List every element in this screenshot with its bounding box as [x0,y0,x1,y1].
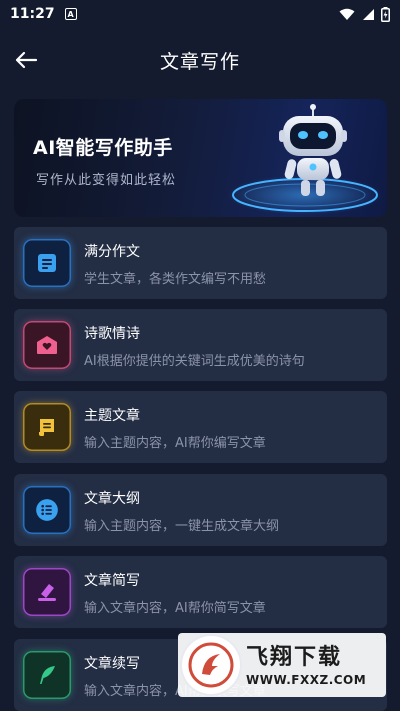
watermark-text: 飞翔下载 WWW.FXXZ.COM [246,643,366,687]
document-icon [23,239,71,287]
notification-icon: A [64,8,77,20]
card-title: 文章简写 [84,573,140,589]
banner-subtitle: 写作从此变得如此轻松 [36,173,177,188]
robot-illustration [227,104,383,215]
scroll-icon [23,403,71,451]
card-description: 输入文章内容，AI帮你简写文章 [84,601,266,616]
wifi-icon [339,8,355,20]
card-outline[interactable]: 文章大纲 输入主题内容，一键生成文章大纲 [14,474,387,546]
signal-icon [363,8,374,20]
card-description: 输入主题内容，一键生成文章大纲 [84,519,280,534]
card-title: 满分作文 [84,244,140,260]
card-title: 主题文章 [84,408,140,424]
arrow-left-icon [15,51,38,69]
back-button[interactable] [12,46,40,74]
card-title: 诗歌情诗 [84,326,140,342]
status-icons [339,6,390,22]
card-description: AI根据你提供的关键词生成优美的诗句 [84,354,305,369]
banner-title: AI智能写作助手 [33,137,173,159]
card-description: 学生文章，各类作文编写不用愁 [84,272,267,287]
card-full-score-essay[interactable]: 满分作文 学生文章，各类作文编写不用愁 [14,227,387,299]
card-title: 文章大纲 [84,491,140,507]
envelope-heart-icon [23,321,71,369]
battery-icon [381,6,390,22]
watermark-logo [182,636,240,694]
watermark-url: WWW.FXXZ.COM [246,673,367,687]
list-icon [23,486,71,534]
watermark-name: 飞翔下载 [246,645,343,670]
page-title: 文章写作 [159,50,240,73]
card-abridge[interactable]: 文章简写 输入文章内容，AI帮你简写文章 [14,556,387,628]
watermark: 飞翔下载 WWW.FXXZ.COM [178,633,386,697]
eraser-icon [23,568,71,616]
feather-icon [23,651,71,699]
status-bar: 11:27 A [0,0,400,28]
card-theme-article[interactable]: 主题文章 输入主题内容，AI帮你编写文章 [14,391,387,463]
status-time: 11:27 [10,6,55,22]
card-poetry[interactable]: 诗歌情诗 AI根据你提供的关键词生成优美的诗句 [14,309,387,381]
nav-bar: 文章写作 [0,36,400,84]
card-title: 文章续写 [84,656,140,672]
hero-banner: AI智能写作助手 写作从此变得如此轻松 [14,99,387,217]
card-description: 输入主题内容，AI帮你编写文章 [84,436,266,451]
